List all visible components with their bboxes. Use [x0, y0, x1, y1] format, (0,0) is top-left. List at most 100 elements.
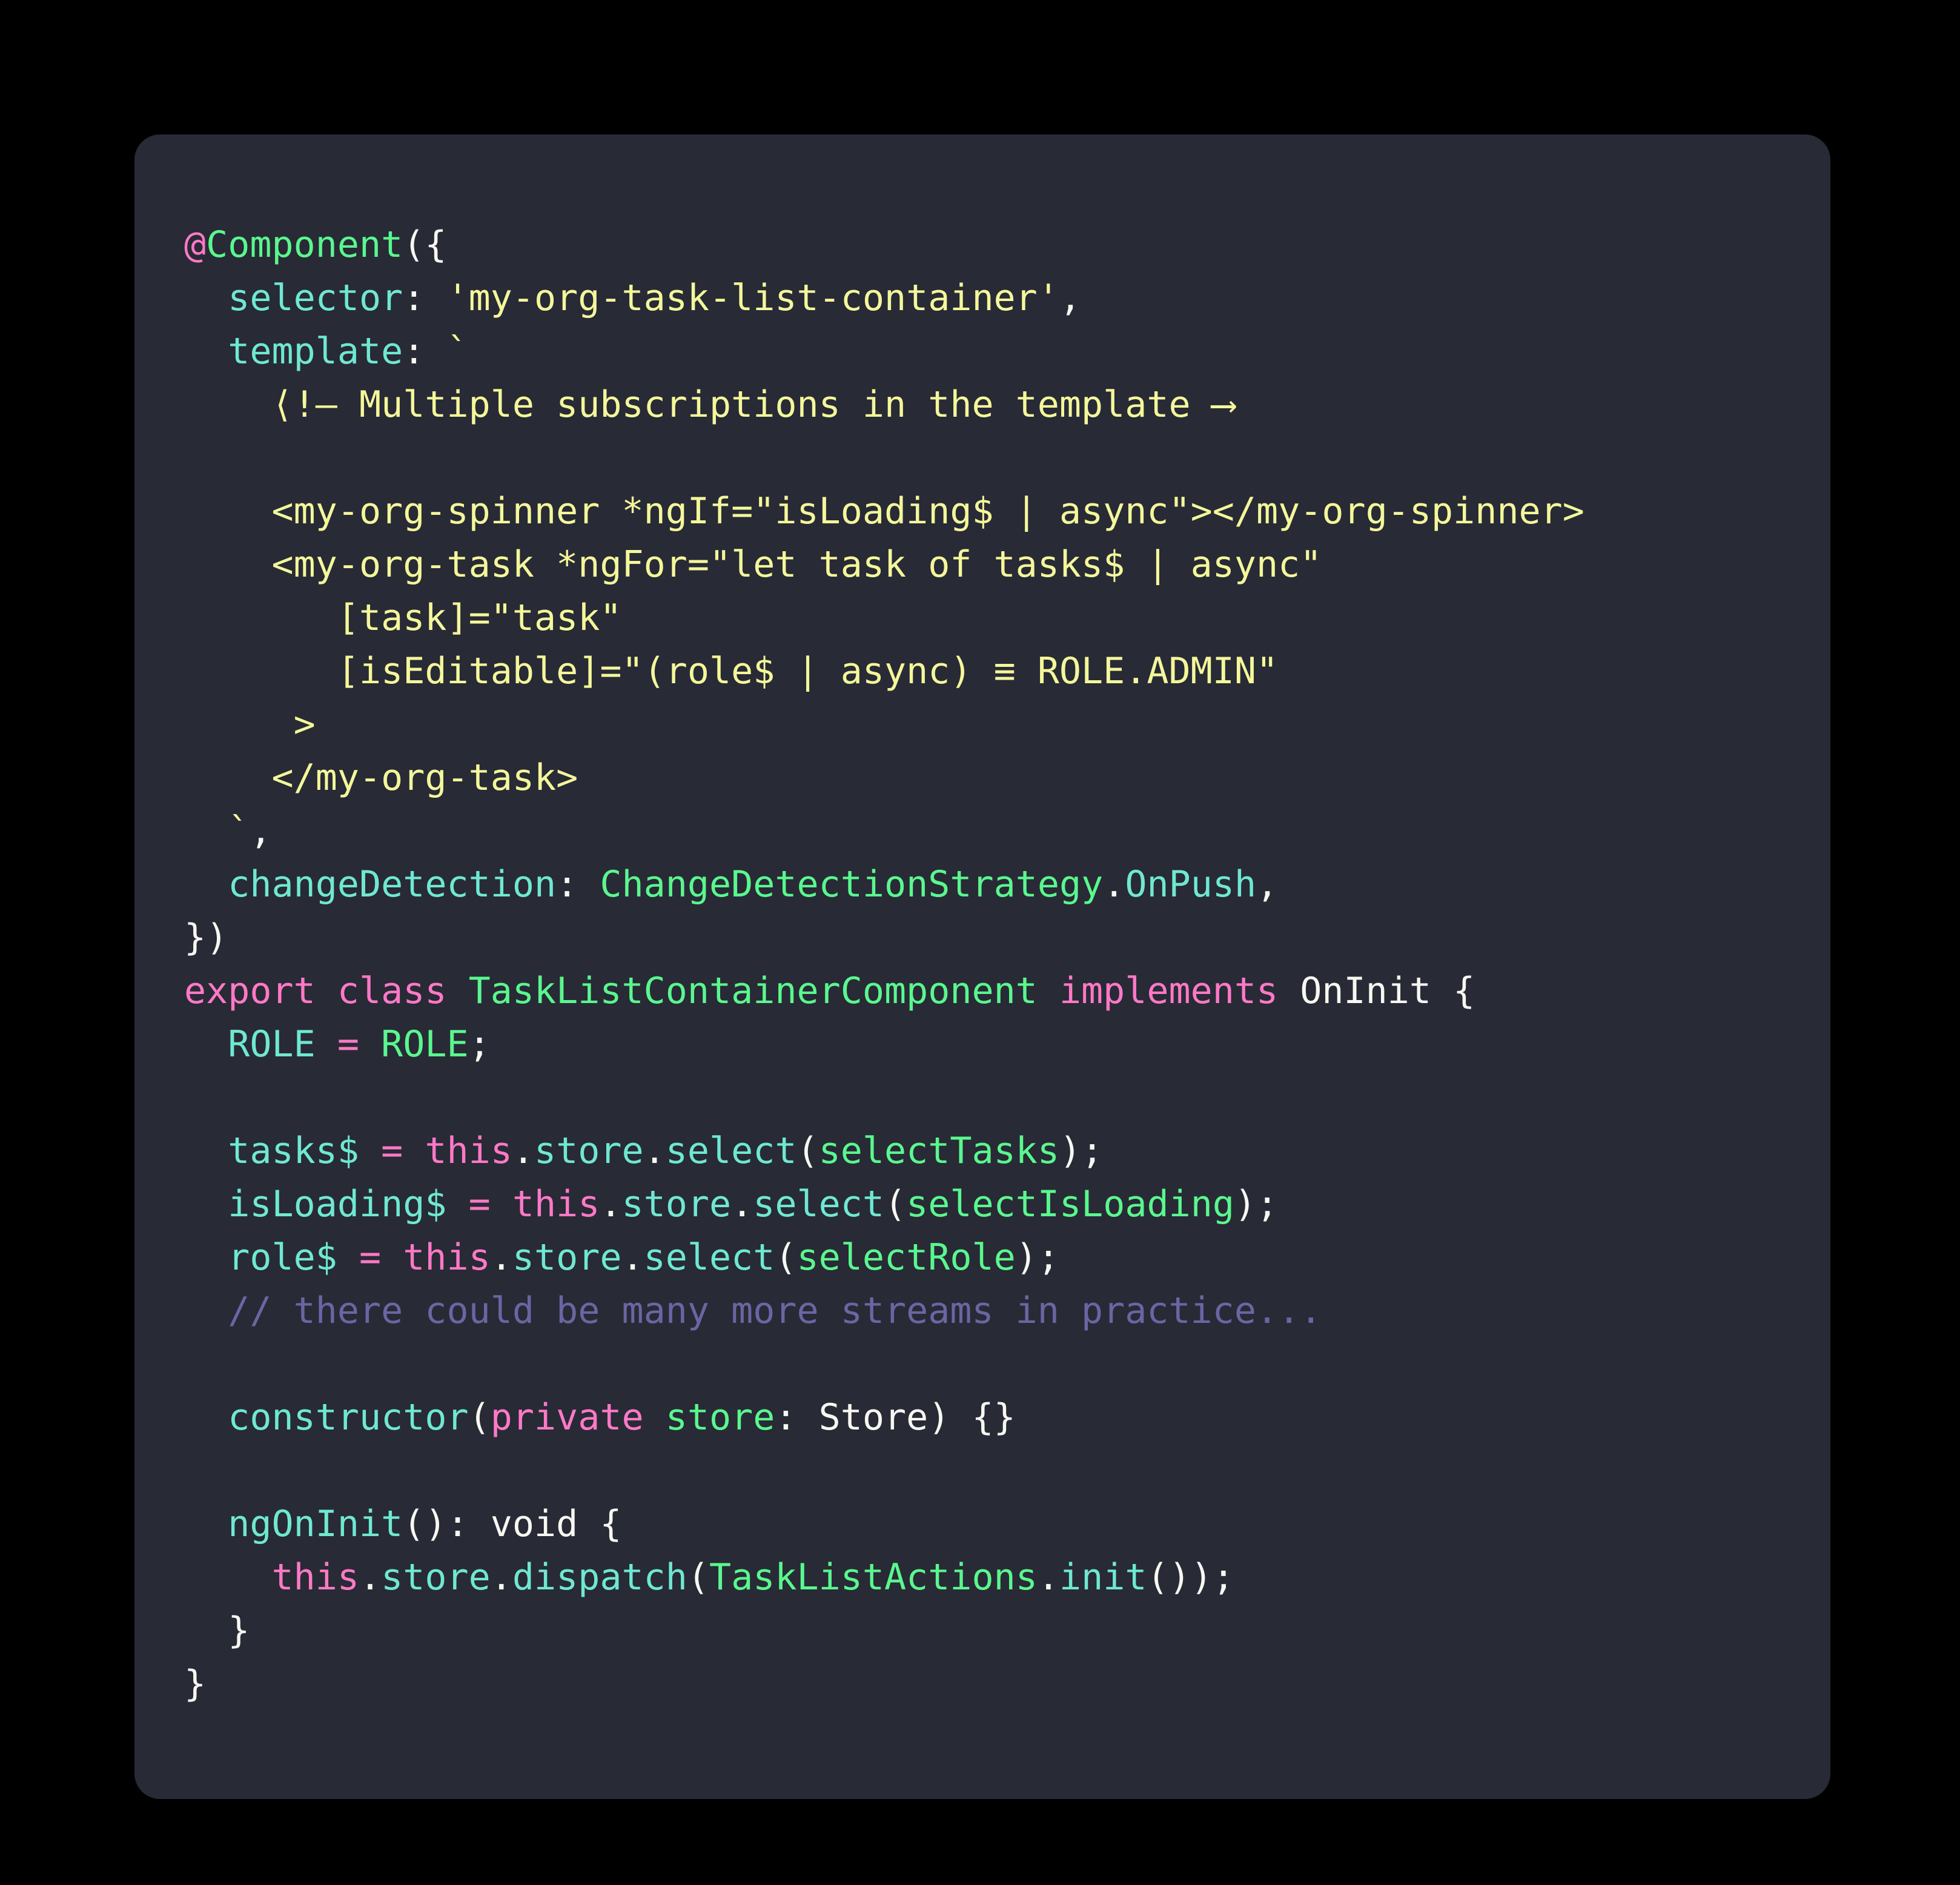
code-token: init: [1059, 1556, 1147, 1598]
code-line: }): [184, 911, 1772, 964]
code-token: ChangeDetectionStrategy: [600, 863, 1104, 906]
code-token: dispatch: [512, 1556, 687, 1598]
code-token: (: [687, 1556, 709, 1598]
code-token: void: [490, 1503, 578, 1545]
code-token: .: [600, 1183, 622, 1225]
code-token: TaskListActions: [709, 1556, 1038, 1598]
code-token: OnPush: [1125, 863, 1257, 906]
code-token: ():: [403, 1503, 491, 1545]
code-token: ngOnInit: [228, 1503, 403, 1545]
code-token: .: [359, 1556, 382, 1598]
code-line: ⟨!— Multiple subscriptions in the templa…: [184, 378, 1772, 431]
code-token: implements: [1059, 970, 1279, 1012]
code-token: private: [490, 1396, 644, 1439]
code-token: 'my-org-task-list-container': [446, 277, 1059, 319]
code-line: selector: 'my-org-task-list-container',: [184, 271, 1772, 325]
code-token: );: [1059, 1130, 1104, 1172]
code-line: `,: [184, 804, 1772, 858]
code-line: template: `: [184, 325, 1772, 378]
code-token: this: [512, 1183, 600, 1225]
code-token: =: [468, 1183, 491, 1225]
code-line: // there could be many more streams in p…: [184, 1284, 1772, 1337]
code-token: :: [556, 863, 600, 906]
code-line: this.store.dispatch(TaskListActions.init…: [184, 1551, 1772, 1604]
code-token: .: [731, 1183, 753, 1225]
code-token: (: [775, 1236, 797, 1279]
code-token: store: [512, 1236, 622, 1279]
code-token: }: [184, 1609, 250, 1652]
code-line: @Component({: [184, 218, 1772, 271]
code-line: }: [184, 1604, 1772, 1657]
code-line: tasks$ = this.store.select(selectTasks);: [184, 1124, 1772, 1178]
code-token: select: [665, 1130, 797, 1172]
code-token: [isEditable]="(role$ | async) ≡ ROLE.ADM…: [337, 650, 1279, 692]
code-line: isLoading$ = this.store.select(selectIsL…: [184, 1178, 1772, 1231]
code-token: ;: [468, 1023, 491, 1065]
code-token: ) {}: [928, 1396, 1016, 1439]
code-token: ⟨!— Multiple subscriptions in the templa…: [271, 383, 1234, 426]
code-line: constructor(private store: Store) {}: [184, 1391, 1772, 1444]
code-token: .: [512, 1130, 534, 1172]
code-token: </my-org-task>: [271, 757, 578, 799]
code-block[interactable]: @Component({ selector: 'my-org-task-list…: [184, 218, 1772, 1711]
code-token: ,: [1059, 277, 1082, 319]
code-token: {: [1431, 970, 1475, 1012]
code-token: selectIsLoading: [906, 1183, 1234, 1225]
code-token: }: [184, 1663, 207, 1705]
code-token: ROLE: [381, 1023, 469, 1065]
code-token: ,: [250, 810, 272, 852]
code-token: );: [1015, 1236, 1059, 1279]
code-token: ({: [403, 224, 447, 266]
code-line: export class TaskListContainerComponent …: [184, 964, 1772, 1018]
code-token: store: [665, 1396, 775, 1439]
code-token: this: [403, 1236, 491, 1279]
code-token: selectRole: [796, 1236, 1016, 1279]
code-line: <my-org-task *ngFor="let task of tasks$ …: [184, 538, 1772, 591]
code-line: [task]="task": [184, 591, 1772, 644]
code-line: role$ = this.store.select(selectRole);: [184, 1231, 1772, 1284]
code-token: .: [621, 1236, 644, 1279]
code-line: }: [184, 1657, 1772, 1711]
code-token: (: [884, 1183, 907, 1225]
code-line: ngOnInit(): void {: [184, 1497, 1772, 1551]
code-token: role$: [228, 1236, 337, 1279]
code-token: OnInit: [1300, 970, 1432, 1012]
code-token: >: [293, 703, 316, 746]
code-token: selector: [228, 277, 403, 319]
code-token: :: [403, 277, 447, 319]
code-token: store: [621, 1183, 732, 1225]
code-token: }): [184, 916, 228, 959]
code-token: select: [643, 1236, 775, 1279]
code-token: Store: [818, 1396, 929, 1439]
code-token: `: [446, 330, 469, 373]
code-token: store: [534, 1130, 644, 1172]
code-token: ());: [1147, 1556, 1234, 1598]
code-token: .: [643, 1130, 666, 1172]
code-token: template: [228, 330, 403, 373]
code-token: selectTasks: [818, 1130, 1059, 1172]
